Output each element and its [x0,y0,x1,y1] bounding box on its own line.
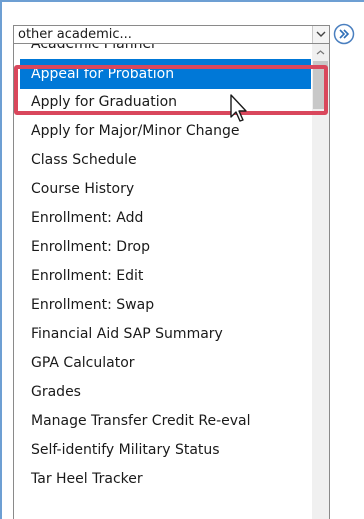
dropdown-option[interactable]: Self-identify Military Status [14,436,313,465]
dropdown-option[interactable]: Course History [14,175,313,204]
dropdown-option[interactable]: Tar Heel Tracker [14,465,313,494]
frame-border-left [0,0,2,519]
go-button[interactable] [333,23,355,45]
dropdown-option[interactable]: Apply for Major/Minor Change [14,117,313,146]
scroll-thumb[interactable] [313,61,328,109]
scroll-up-button[interactable] [312,44,329,61]
select-value: other academic... [18,27,132,42]
dropdown-option[interactable]: Appeal for Probation [20,59,311,89]
dropdown-option[interactable]: Class Schedule [14,146,313,175]
dropdown-option[interactable]: Financial Aid SAP Summary [14,320,313,349]
mouse-pointer-icon [228,93,258,133]
page-frame: other academic... Academic Planner Appeal… [0,0,364,519]
dropdown-option[interactable]: Apply for Graduation [14,88,313,117]
dropdown-list[interactable]: Academic Planner Appeal for Probation Appl… [13,44,330,519]
dropdown-option[interactable]: Manage Transfer Credit Re-eval [14,407,313,436]
dropdown-option[interactable]: Enrollment: Drop [14,233,313,262]
dropdown-option[interactable]: Enrollment: Swap [14,291,313,320]
dropdown-option[interactable]: Enrollment: Add [14,204,313,233]
chevron-down-icon [316,31,326,37]
other-academic-select[interactable]: other academic... [13,25,330,44]
dropdown-option[interactable]: Grades [14,378,313,407]
select-arrow-button[interactable] [312,26,329,43]
dropdown-option[interactable]: Academic Planner [14,44,313,59]
frame-border-top [0,0,364,2]
chevron-up-icon [316,50,325,55]
dropdown-scrollbar[interactable] [312,44,329,519]
dropdown-option[interactable]: GPA Calculator [14,349,313,378]
dropdown-option[interactable]: Enrollment: Edit [14,262,313,291]
double-chevron-right-icon [333,23,355,45]
